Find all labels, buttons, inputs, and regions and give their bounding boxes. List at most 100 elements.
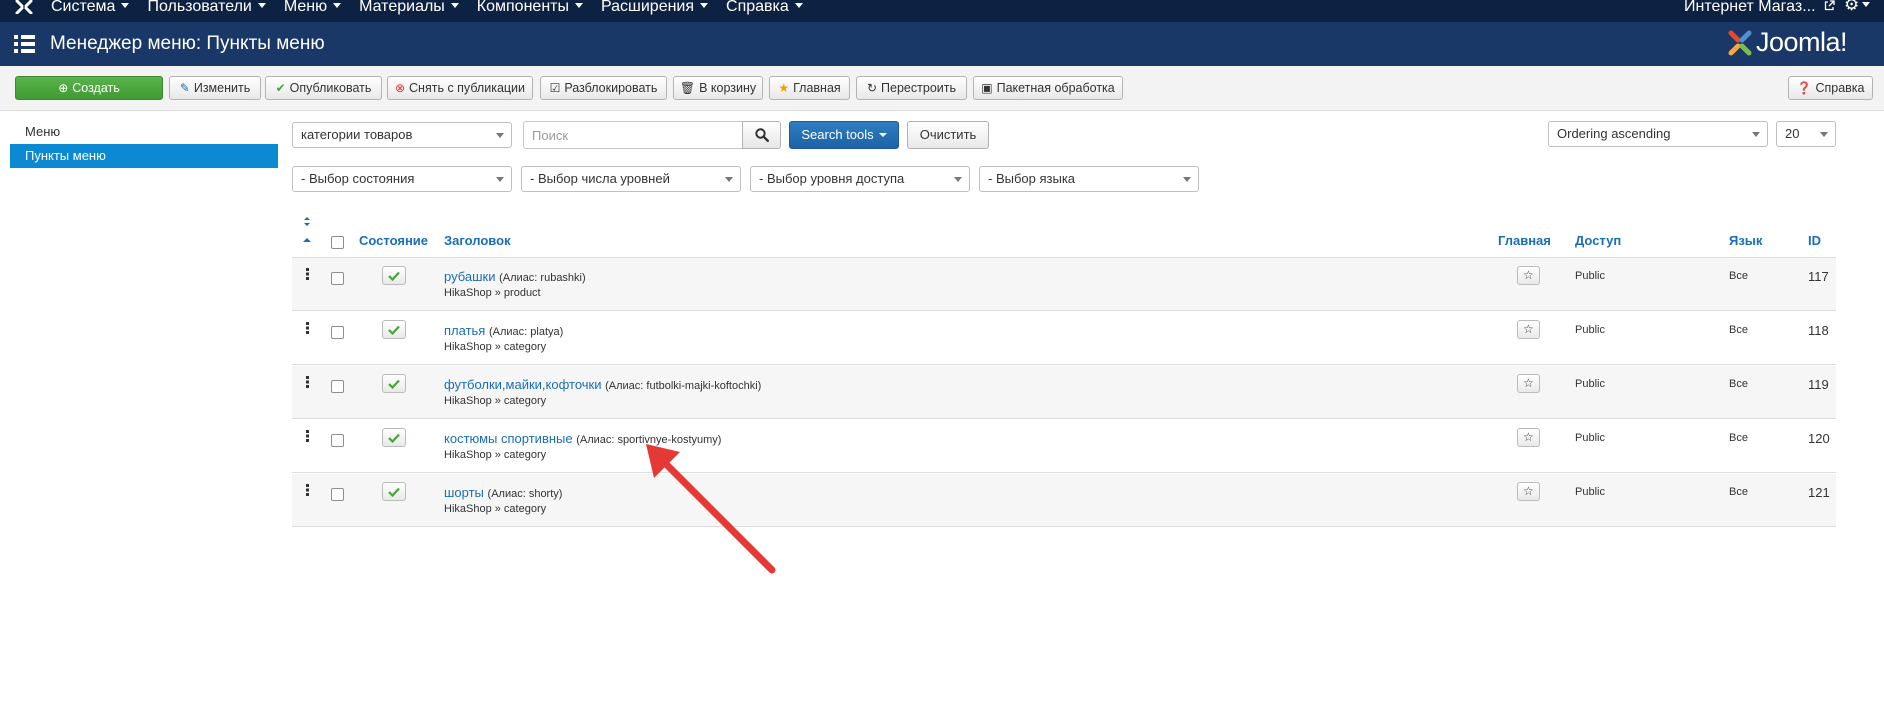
column-header-language[interactable]: Язык: [1729, 233, 1762, 248]
set-home-button[interactable]: ☆: [1517, 374, 1540, 393]
published-toggle[interactable]: [382, 482, 406, 501]
caret-down-icon: [700, 3, 709, 8]
top-menu-help[interactable]: Справка: [726, 0, 803, 15]
menu-select-value: категории товаров: [301, 127, 413, 142]
ordering-select[interactable]: Ordering ascending: [1548, 121, 1768, 147]
top-menu-system[interactable]: Система: [51, 0, 130, 15]
search-input[interactable]: [523, 121, 743, 149]
unpublish-label: Снять с публикации: [409, 81, 526, 95]
top-menu-label: Материалы: [359, 0, 445, 15]
row-title-link[interactable]: футболки,майки,кофточки: [444, 377, 601, 392]
search-tools-button[interactable]: Search tools: [789, 121, 899, 149]
sidebar-item-menu-items[interactable]: Пункты меню: [10, 144, 278, 168]
row-language: Все: [1729, 486, 1748, 498]
menu-select[interactable]: категории товаров: [292, 122, 512, 148]
create-button[interactable]: ⊕ Создать: [15, 76, 163, 100]
dropdown-arrow-icon: [1752, 132, 1760, 137]
column-header-title[interactable]: Заголовок: [444, 233, 511, 248]
caret-down-icon: [450, 3, 459, 8]
column-header-home[interactable]: Главная: [1498, 233, 1551, 248]
row-id: 121: [1808, 485, 1830, 500]
column-header-id[interactable]: ID: [1808, 233, 1821, 248]
row-title-link[interactable]: шорты: [444, 485, 484, 500]
published-toggle[interactable]: [382, 320, 406, 339]
published-toggle[interactable]: [382, 266, 406, 285]
star-outline-icon: ☆: [1523, 484, 1534, 498]
row-type: HikaShop » category: [444, 503, 547, 515]
row-checkbox[interactable]: [331, 380, 344, 393]
row-title: рубашки (Алиас: rubashki): [444, 269, 586, 284]
plus-circle-icon: ⊕: [58, 81, 69, 95]
table-row: рубашки (Алиас: rubashki) HikaShop » pro…: [292, 258, 1836, 311]
top-menu-menus[interactable]: Меню: [284, 0, 342, 15]
check-all-checkbox[interactable]: [331, 236, 344, 249]
search-button[interactable]: [742, 121, 781, 149]
top-menu-components[interactable]: Компоненты: [476, 0, 583, 15]
state-filter-select[interactable]: - Выбор состояния: [292, 166, 512, 192]
limit-select[interactable]: 20: [1776, 121, 1836, 147]
trash-button[interactable]: 🗑 В корзину: [673, 76, 763, 100]
unlock-label: Разблокировать: [564, 81, 658, 95]
row-type: HikaShop » category: [444, 449, 547, 461]
unpublish-button[interactable]: ⊗ Снять с публикации: [387, 76, 533, 100]
home-label: Главная: [793, 81, 841, 95]
check-icon: [388, 433, 400, 443]
create-label: Создать: [72, 81, 120, 95]
batch-button[interactable]: ▣ Пакетная обработка: [973, 76, 1123, 100]
row-alias: (Алиас: rubashki): [499, 272, 586, 284]
edit-button[interactable]: ✎ Изменить: [169, 76, 261, 100]
title-bar: Менеджер меню: Пункты меню Joomla!: [0, 22, 1884, 66]
drag-handle-icon[interactable]: [306, 322, 310, 334]
column-header-status[interactable]: Состояние: [359, 233, 428, 248]
drag-handle-icon[interactable]: [306, 268, 310, 280]
unlock-button[interactable]: ☑ Разблокировать: [540, 76, 667, 100]
top-menu-extensions[interactable]: Расширения: [601, 0, 709, 15]
set-home-button[interactable]: ☆: [1517, 266, 1540, 285]
sidebar-item-menus[interactable]: Меню: [10, 120, 278, 144]
star-outline-icon: ☆: [1523, 376, 1534, 390]
access-filter-select[interactable]: - Выбор уровня доступа: [750, 166, 970, 192]
set-home-button[interactable]: ☆: [1517, 428, 1540, 447]
set-home-button[interactable]: ☆: [1517, 320, 1540, 339]
sort-ordering-icon[interactable]: [302, 216, 312, 246]
row-alias: (Алиас: platya): [488, 326, 564, 338]
drag-handle-icon[interactable]: [306, 430, 310, 442]
help-button[interactable]: ❓ Справка: [1788, 76, 1873, 100]
home-button[interactable]: ★ Главная: [769, 76, 850, 100]
row-checkbox[interactable]: [331, 434, 344, 447]
levels-filter-select[interactable]: - Выбор числа уровней: [521, 166, 741, 192]
drag-handle-icon[interactable]: [306, 376, 310, 388]
top-menu-label: Компоненты: [476, 0, 569, 15]
language-filter-select[interactable]: - Выбор языка: [979, 166, 1199, 192]
row-type: HikaShop » category: [444, 395, 547, 407]
row-title-link[interactable]: платья: [444, 323, 485, 338]
published-toggle[interactable]: [382, 374, 406, 393]
dropdown-arrow-icon: [1183, 177, 1191, 182]
top-menu-content[interactable]: Материалы: [359, 0, 459, 15]
table-row: футболки,майки,кофточки (Алиас: futbolki…: [292, 366, 1836, 419]
clear-button[interactable]: Очистить: [907, 121, 989, 149]
set-home-button[interactable]: ☆: [1517, 482, 1540, 501]
publish-button[interactable]: ✔ Опубликовать: [265, 76, 382, 100]
row-title-link[interactable]: костюмы спортивные: [444, 431, 573, 446]
joomla-logo-icon: [1728, 30, 1752, 56]
row-checkbox[interactable]: [331, 326, 344, 339]
published-toggle[interactable]: [382, 428, 406, 447]
language-filter-value: - Выбор языка: [988, 171, 1076, 186]
user-settings-menu[interactable]: ⚙: [1844, 0, 1871, 13]
joomla-icon[interactable]: [14, 0, 34, 14]
row-title-link[interactable]: рубашки: [444, 269, 496, 284]
drag-handle-icon[interactable]: [306, 484, 310, 496]
row-checkbox[interactable]: [331, 272, 344, 285]
table-row: шорты (Алиас: shorty) HikaShop » categor…: [292, 474, 1836, 527]
column-header-access[interactable]: Доступ: [1575, 233, 1621, 248]
row-alias: (Алиас: shorty): [487, 488, 563, 500]
rebuild-button[interactable]: ↻ Перестроить: [856, 76, 967, 100]
search-icon: [755, 128, 769, 142]
row-type: HikaShop » category: [444, 341, 547, 353]
site-link-label: Интернет Магаз...: [1684, 0, 1816, 15]
top-menu-users[interactable]: Пользователи: [147, 0, 266, 15]
dropdown-arrow-icon: [725, 177, 733, 182]
row-checkbox[interactable]: [331, 488, 344, 501]
site-link[interactable]: Интернет Магаз...: [1684, 0, 1835, 15]
